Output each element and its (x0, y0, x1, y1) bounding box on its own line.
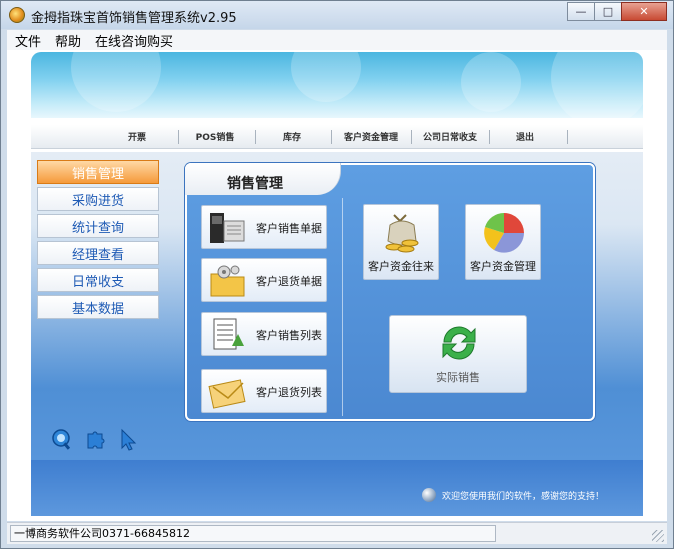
app-logo-icon (9, 7, 25, 23)
customer-sales-list-button[interactable]: 客户销售列表 (201, 312, 327, 356)
item-label: 客户销售列表 (256, 329, 322, 342)
status-bar: 一博商务软件公司0371-66845812 (7, 522, 667, 544)
menu-help[interactable]: 帮助 (55, 31, 81, 50)
search-globe-icon[interactable] (51, 428, 73, 452)
sidebar-item-daily[interactable]: 日常收支 (37, 268, 159, 292)
nav-exit[interactable]: 退出 (495, 130, 555, 143)
customer-return-doc-button[interactable]: 客户退货单据 (201, 258, 327, 302)
title-bar: 金拇指珠宝首饰销售管理系统v2.95 — □ ✕ (1, 1, 673, 29)
window-controls: — □ ✕ (567, 2, 667, 21)
customer-funds-management-button[interactable]: 客户资金管理 (465, 204, 541, 280)
nav-separator (178, 130, 179, 144)
maximize-button[interactable]: □ (594, 2, 622, 21)
item-label: 客户资金管理 (470, 260, 536, 273)
app-window: 金拇指珠宝首饰销售管理系统v2.95 — □ ✕ 文件 帮助 在线咨询购买 开票… (0, 0, 674, 549)
minimize-button[interactable]: — (567, 2, 595, 21)
customer-sales-doc-button[interactable]: 客户销售单据 (201, 205, 327, 249)
pie-chart-icon (484, 213, 524, 253)
item-label: 客户资金往来 (368, 260, 434, 273)
window-title: 金拇指珠宝首饰销售管理系统v2.95 (31, 11, 237, 26)
welcome-message: 欢迎您使用我们的软件，感谢您的支持！ (422, 488, 604, 502)
nav-separator (331, 130, 332, 144)
pos-terminal-icon (210, 213, 245, 243)
nav-separator (489, 130, 490, 144)
menu-online-purchase[interactable]: 在线咨询购买 (95, 31, 173, 50)
puzzle-icon[interactable] (84, 428, 106, 452)
nav-separator (255, 130, 256, 144)
sidebar-item-basic-data[interactable]: 基本数据 (37, 295, 159, 319)
nav-inventory[interactable]: 库存 (262, 130, 322, 143)
sidebar-item-manager[interactable]: 经理查看 (37, 241, 159, 265)
cursor-icon[interactable] (117, 428, 139, 452)
top-nav: 开票 POS销售 库存 客户资金管理 公司日常收支 退出 (31, 125, 643, 149)
welcome-text: 欢迎您使用我们的软件，感谢您的支持！ (442, 491, 605, 502)
refresh-arrows-icon (442, 326, 476, 360)
customer-return-list-button[interactable]: 客户退货列表 (201, 369, 327, 413)
sidebar-item-statistics[interactable]: 统计查询 (37, 214, 159, 238)
client-area: 开票 POS销售 库存 客户资金管理 公司日常收支 退出 销售管理 采购进货 统… (7, 50, 667, 521)
actual-sales-button[interactable]: 实际销售 (389, 315, 527, 393)
globe-icon (422, 488, 436, 502)
document-list-icon (213, 318, 244, 350)
status-text: 一博商务软件公司0371-66845812 (10, 525, 496, 542)
customer-funds-transactions-button[interactable]: 客户资金往来 (363, 204, 439, 280)
nav-separator (567, 130, 568, 144)
nav-separator (411, 130, 412, 144)
item-label: 客户销售单据 (256, 222, 322, 235)
header-banner (31, 52, 643, 118)
item-label: 客户退货单据 (256, 275, 322, 288)
settings-folder-icon (210, 265, 245, 297)
envelope-icon (208, 379, 246, 409)
nav-invoice[interactable]: 开票 (107, 130, 167, 143)
item-label: 客户退货列表 (256, 386, 322, 399)
panel-divider (342, 198, 343, 416)
panel-title: 销售管理 (227, 176, 283, 192)
nav-daily-income-expense[interactable]: 公司日常收支 (420, 130, 480, 143)
resize-grip-icon[interactable] (652, 530, 664, 542)
nav-customer-funds[interactable]: 客户资金管理 (341, 130, 401, 143)
sidebar-item-sales[interactable]: 销售管理 (37, 160, 159, 184)
menu-bar: 文件 帮助 在线咨询购买 (7, 30, 667, 50)
money-bag-icon (385, 214, 419, 253)
nav-pos-sales[interactable]: POS销售 (185, 130, 245, 143)
item-label: 实际销售 (436, 371, 480, 384)
menu-file[interactable]: 文件 (15, 31, 41, 50)
sidebar-item-purchase[interactable]: 采购进货 (37, 187, 159, 211)
close-button[interactable]: ✕ (621, 2, 667, 21)
